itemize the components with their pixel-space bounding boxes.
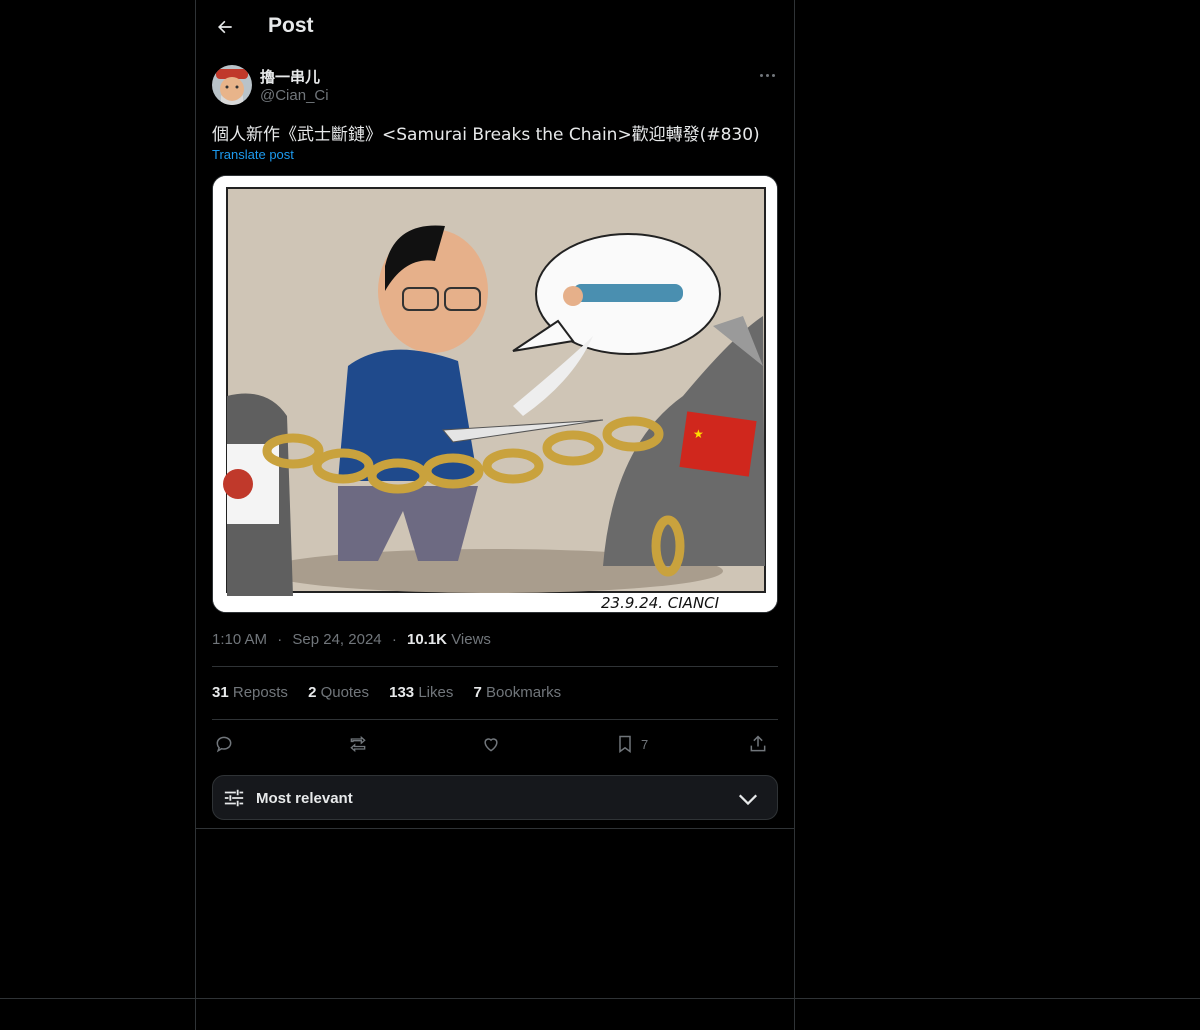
chevron-down-icon (738, 794, 758, 806)
share-button[interactable] (748, 731, 768, 757)
likes-stat[interactable]: 133 Likes (389, 684, 453, 701)
author-name[interactable]: 擼一串儿 (260, 66, 320, 87)
post-meta: 1:10 AM · Sep 24, 2024 · 10.1K Views (212, 631, 491, 648)
svg-text:★: ★ (693, 427, 704, 441)
post-text: 個人新作《武士斷鏈》<Samurai Breaks the Chain>歡迎轉發… (212, 125, 760, 145)
back-button[interactable] (210, 12, 240, 42)
more-icon (760, 74, 763, 77)
bookmark-button[interactable]: 7 (615, 731, 648, 757)
filter-icon (224, 789, 244, 807)
reply-icon (216, 736, 232, 753)
action-bar: 7 (212, 731, 778, 757)
divider (212, 719, 778, 720)
section-divider (196, 828, 794, 829)
post-header: Post (196, 0, 794, 54)
more-options-button[interactable] (756, 62, 782, 88)
post-time[interactable]: 1:10 AM (212, 631, 267, 648)
like-icon (484, 738, 498, 752)
reply-button[interactable] (214, 731, 234, 757)
divider (212, 666, 778, 667)
quotes-stat[interactable]: 2 Quotes (308, 684, 369, 701)
bookmark-icon (619, 735, 631, 753)
reposts-stat[interactable]: 31 Reposts (212, 684, 288, 701)
views-label: Views (451, 631, 491, 648)
bookmarks-stat[interactable]: 7 Bookmarks (474, 684, 562, 701)
translate-post-link[interactable]: Translate post (212, 147, 294, 162)
bookmark-count: 7 (641, 736, 649, 752)
image-signature: 23.9.24. CIANCI (601, 594, 720, 612)
repost-icon (350, 735, 366, 753)
author-handle[interactable]: @Cian_Ci (260, 87, 329, 104)
post-date[interactable]: Sep 24, 2024 (292, 631, 381, 648)
main-column: Post 擼一串儿 @Cian_Ci 個人新作《武士斷鏈》<Samurai Br… (195, 0, 795, 1030)
page-title: Post (268, 14, 314, 37)
like-button[interactable] (481, 731, 501, 757)
post-stats: 31 Reposts 2 Quotes 133 Likes 7 Bookmark… (212, 684, 577, 701)
avatar[interactable] (212, 65, 252, 105)
back-arrow-icon (218, 20, 232, 34)
repost-button[interactable] (348, 731, 368, 757)
sort-label: Most relevant (256, 790, 353, 807)
sort-replies-dropdown[interactable]: Most relevant (212, 775, 778, 820)
share-icon (750, 735, 766, 752)
bottom-divider (0, 998, 1200, 999)
post-image[interactable]: ★ 23.9.24. CIANCI (212, 175, 778, 613)
views-count: 10.1K (406, 631, 448, 648)
